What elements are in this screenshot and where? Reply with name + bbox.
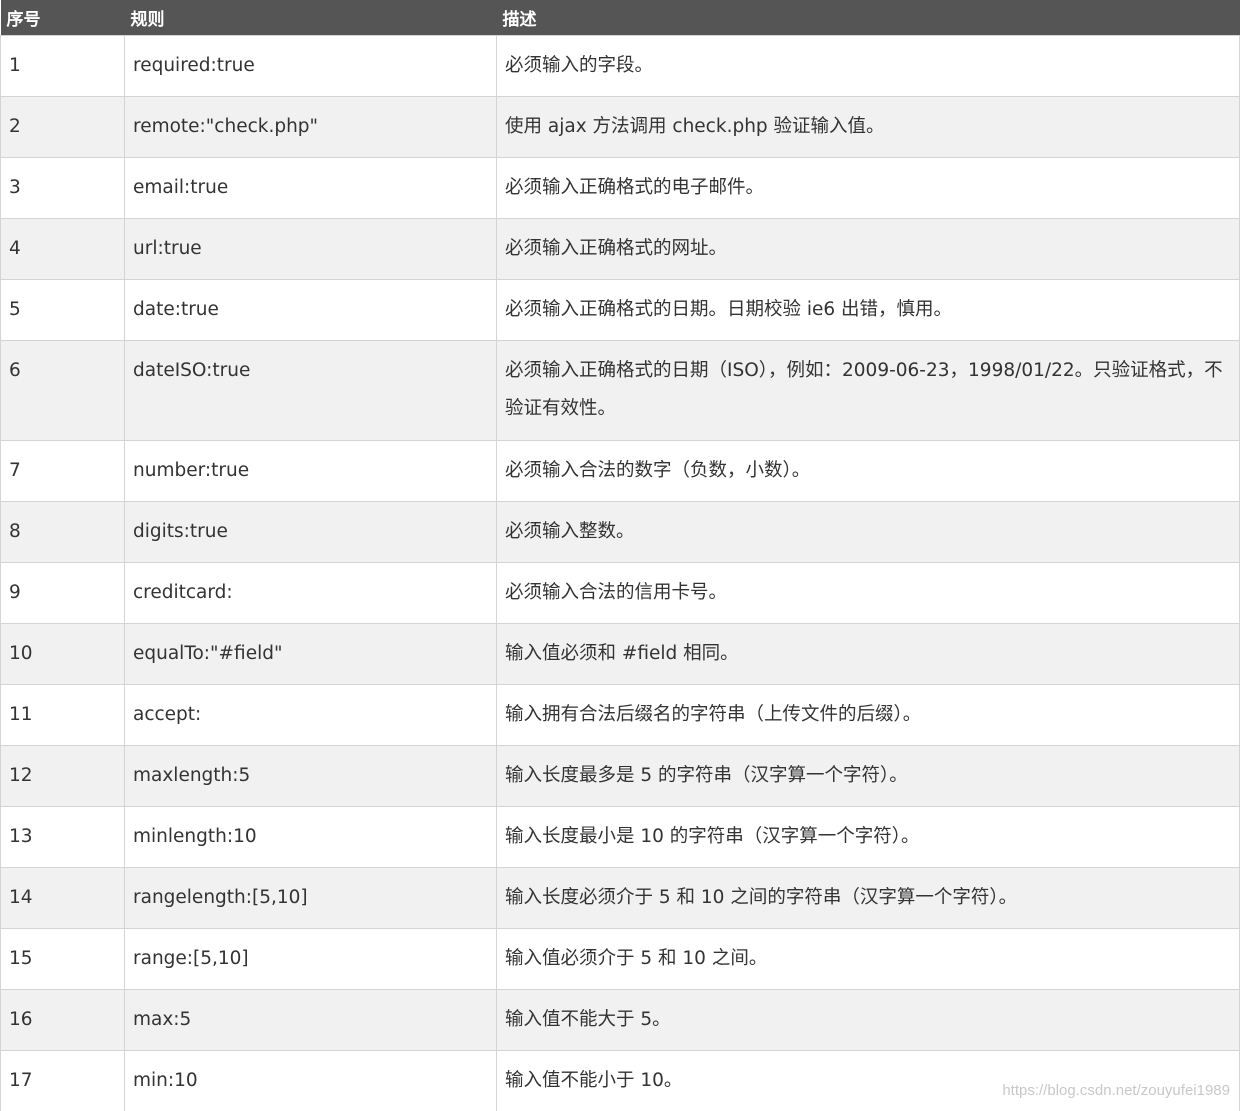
row-rule: rangelength:[5,10]	[124, 866, 497, 929]
table-row: 2 remote:"check.php" 使用 ajax 方法调用 check.…	[0, 95, 1240, 158]
row-rule: accept:	[124, 683, 497, 746]
row-description: 输入长度最小是 10 的字符串（汉字算一个字符）。	[496, 805, 1240, 868]
row-description: 必须输入正确格式的日期（ISO），例如：2009-06-23，1998/01/2…	[496, 339, 1240, 441]
row-description: 输入值不能大于 5。	[496, 988, 1240, 1051]
table-row: 1 required:true 必须输入的字段。	[0, 34, 1240, 97]
row-rule: date:true	[124, 278, 497, 341]
watermark: https://blog.csdn.net/zouyufei1989	[1002, 1082, 1230, 1099]
row-description: 必须输入合法的数字（负数，小数）。	[496, 439, 1240, 502]
row-rule: maxlength:5	[124, 744, 497, 807]
row-number: 7	[0, 439, 125, 502]
row-rule: url:true	[124, 217, 497, 280]
row-description: 输入长度必须介于 5 和 10 之间的字符串（汉字算一个字符）。	[496, 866, 1240, 929]
row-description: 输入值必须介于 5 和 10 之间。	[496, 927, 1240, 990]
row-description: 必须输入整数。	[496, 500, 1240, 563]
row-rule: min:10	[124, 1049, 497, 1111]
row-number: 11	[0, 683, 125, 746]
row-number: 12	[0, 744, 125, 807]
row-description: 输入值不能小于 10。	[496, 1049, 1240, 1111]
row-description: 必须输入正确格式的日期。日期校验 ie6 出错，慎用。	[496, 278, 1240, 341]
row-number: 13	[0, 805, 125, 868]
row-description: 必须输入正确格式的网址。	[496, 217, 1240, 280]
row-description: 使用 ajax 方法调用 check.php 验证输入值。	[496, 95, 1240, 158]
table-row: 14 rangelength:[5,10] 输入长度必须介于 5 和 10 之间…	[0, 866, 1240, 929]
row-rule: max:5	[124, 988, 497, 1051]
header-description: 描述	[496, 0, 1240, 35]
table-row: 9 creditcard: 必须输入合法的信用卡号。	[0, 561, 1240, 624]
header-number: 序号	[0, 0, 125, 35]
row-rule: range:[5,10]	[124, 927, 497, 990]
validation-rules-table: 序号 规则 描述 1 required:true 必须输入的字段。 2 remo…	[0, 0, 1240, 1111]
row-rule: dateISO:true	[124, 339, 497, 441]
row-description: 输入拥有合法后缀名的字符串（上传文件的后缀）。	[496, 683, 1240, 746]
row-number: 1	[0, 34, 125, 97]
row-number: 3	[0, 156, 125, 219]
row-number: 15	[0, 927, 125, 990]
row-rule: digits:true	[124, 500, 497, 563]
row-rule: creditcard:	[124, 561, 497, 624]
table-header: 序号 规则 描述	[0, 0, 1240, 35]
row-rule: remote:"check.php"	[124, 95, 497, 158]
row-number: 9	[0, 561, 125, 624]
row-number: 8	[0, 500, 125, 563]
row-number: 14	[0, 866, 125, 929]
table-row: 5 date:true 必须输入正确格式的日期。日期校验 ie6 出错，慎用。	[0, 278, 1240, 341]
row-rule: minlength:10	[124, 805, 497, 868]
header-row: 序号 规则 描述	[0, 0, 1240, 35]
row-number: 2	[0, 95, 125, 158]
row-number: 10	[0, 622, 125, 685]
row-description: 输入长度最多是 5 的字符串（汉字算一个字符）。	[496, 744, 1240, 807]
table-row: 8 digits:true 必须输入整数。	[0, 500, 1240, 563]
table-row: 7 number:true 必须输入合法的数字（负数，小数）。	[0, 439, 1240, 502]
row-description: 必须输入合法的信用卡号。	[496, 561, 1240, 624]
table-row: 6 dateISO:true 必须输入正确格式的日期（ISO），例如：2009-…	[0, 339, 1240, 441]
row-description: 输入值必须和 #field 相同。	[496, 622, 1240, 685]
table-row: 16 max:5 输入值不能大于 5。	[0, 988, 1240, 1051]
row-description: 必须输入的字段。	[496, 34, 1240, 97]
row-number: 5	[0, 278, 125, 341]
row-number: 6	[0, 339, 125, 441]
table-row: 10 equalTo:"#field" 输入值必须和 #field 相同。	[0, 622, 1240, 685]
table-row: 3 email:true 必须输入正确格式的电子邮件。	[0, 156, 1240, 219]
row-rule: equalTo:"#field"	[124, 622, 497, 685]
row-description: 必须输入正确格式的电子邮件。	[496, 156, 1240, 219]
row-number: 4	[0, 217, 125, 280]
table-row: 11 accept: 输入拥有合法后缀名的字符串（上传文件的后缀）。	[0, 683, 1240, 746]
header-rule: 规则	[124, 0, 497, 35]
row-number: 16	[0, 988, 125, 1051]
table-row: 12 maxlength:5 输入长度最多是 5 的字符串（汉字算一个字符）。	[0, 744, 1240, 807]
row-rule: email:true	[124, 156, 497, 219]
table-row: 15 range:[5,10] 输入值必须介于 5 和 10 之间。	[0, 927, 1240, 990]
row-rule: required:true	[124, 34, 497, 97]
table-row: 17 min:10 输入值不能小于 10。	[0, 1049, 1240, 1111]
table-row: 4 url:true 必须输入正确格式的网址。	[0, 217, 1240, 280]
row-number: 17	[0, 1049, 125, 1111]
table-row: 13 minlength:10 输入长度最小是 10 的字符串（汉字算一个字符）…	[0, 805, 1240, 868]
row-rule: number:true	[124, 439, 497, 502]
table-body: 1 required:true 必须输入的字段。 2 remote:"check…	[0, 34, 1240, 1111]
page: 序号 规则 描述 1 required:true 必须输入的字段。 2 remo…	[0, 0, 1240, 1111]
